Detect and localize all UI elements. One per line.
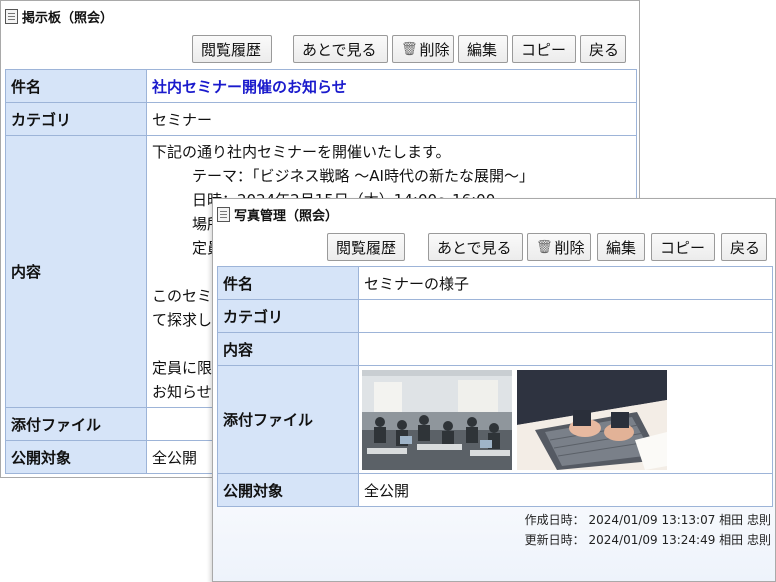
- visibility-label: 公開対象: [5, 440, 147, 474]
- attachment-label: 添付ファイル: [5, 407, 147, 441]
- copy-button[interactable]: コピー: [651, 233, 715, 261]
- subject-row: 件名 セミナーの様子: [217, 266, 773, 300]
- delete-button[interactable]: 🗑 削除: [527, 233, 591, 261]
- visibility-row: 公開対象 全公開: [217, 473, 773, 507]
- subject-link[interactable]: 社内セミナー開催のお知らせ: [152, 78, 347, 96]
- photo-management-window: 写真管理（照会） 閲覧履歴 あとで見る 🗑 削除 編集 コピー 戻る 件名 セミナ…: [212, 198, 776, 582]
- window-title: 写真管理（照会）: [234, 208, 339, 224]
- toolbar: 閲覧履歴 あとで見る 🗑 削除 編集 コピー 戻る: [192, 35, 626, 63]
- copy-button[interactable]: コピー: [512, 35, 576, 63]
- subject-label: 件名: [5, 69, 147, 103]
- updated-timestamp: 更新日時： 2024/01/09 13:24:49 相田 忠則: [524, 533, 771, 547]
- document-icon: [5, 8, 18, 24]
- view-later-button[interactable]: あとで見る: [428, 233, 523, 261]
- subject-row: 件名 社内セミナー開催のお知らせ: [5, 69, 637, 103]
- view-later-button[interactable]: あとで見る: [293, 35, 388, 63]
- content-value: [358, 332, 773, 366]
- content-label: 内容: [217, 332, 359, 366]
- seminar-photo-thumbnail[interactable]: [362, 369, 512, 470]
- subject-value: セミナーの様子: [358, 266, 773, 300]
- created-timestamp: 作成日時： 2024/01/09 13:13:07 相田 忠則: [524, 513, 771, 527]
- back-button[interactable]: 戻る: [580, 35, 626, 63]
- category-label: カテゴリ: [217, 299, 359, 333]
- content-row: 内容: [217, 332, 773, 366]
- delete-label: 削除: [554, 238, 585, 257]
- trash-icon: 🗑: [536, 239, 553, 255]
- laptop-photo-thumbnail[interactable]: [516, 369, 667, 470]
- category-row: カテゴリ セミナー: [5, 102, 637, 136]
- window-title-bar: 写真管理（照会）: [217, 204, 338, 224]
- toolbar: 閲覧履歴 あとで見る 🗑 削除 編集 コピー 戻る: [327, 233, 767, 261]
- document-icon: [217, 206, 230, 222]
- history-button[interactable]: 閲覧履歴: [192, 35, 272, 63]
- content-line: 下記の通り社内セミナーを開催いたします。: [152, 143, 451, 161]
- back-button[interactable]: 戻る: [721, 233, 767, 261]
- category-row: カテゴリ: [217, 299, 773, 333]
- category-value: [358, 299, 773, 333]
- visibility-label: 公開対象: [217, 473, 359, 507]
- content-label: 内容: [5, 135, 147, 408]
- attachment-value: [358, 365, 773, 474]
- visibility-value: 全公開: [358, 473, 773, 507]
- window-title-bar: 掲示板（照会）: [5, 6, 113, 26]
- delete-button[interactable]: 🗑 削除: [392, 35, 454, 63]
- history-button[interactable]: 閲覧履歴: [327, 233, 405, 261]
- subject-value: 社内セミナー開催のお知らせ: [146, 69, 637, 103]
- content-line: テーマ：「ビジネス戦略 ～AI時代の新たな展開～」: [192, 167, 534, 185]
- trash-icon: 🗑: [401, 41, 418, 57]
- subject-label: 件名: [217, 266, 359, 300]
- category-value: セミナー: [146, 102, 637, 136]
- category-label: カテゴリ: [5, 102, 147, 136]
- attachment-row: 添付ファイル: [217, 365, 773, 474]
- edit-button[interactable]: 編集: [597, 233, 645, 261]
- detail-table: 件名 セミナーの様子 カテゴリ 内容 添付ファイル 公開対象 全公開: [217, 266, 773, 507]
- edit-button[interactable]: 編集: [458, 35, 508, 63]
- attachment-label: 添付ファイル: [217, 365, 359, 474]
- window-title: 掲示板（照会）: [22, 10, 114, 26]
- delete-label: 削除: [419, 40, 450, 59]
